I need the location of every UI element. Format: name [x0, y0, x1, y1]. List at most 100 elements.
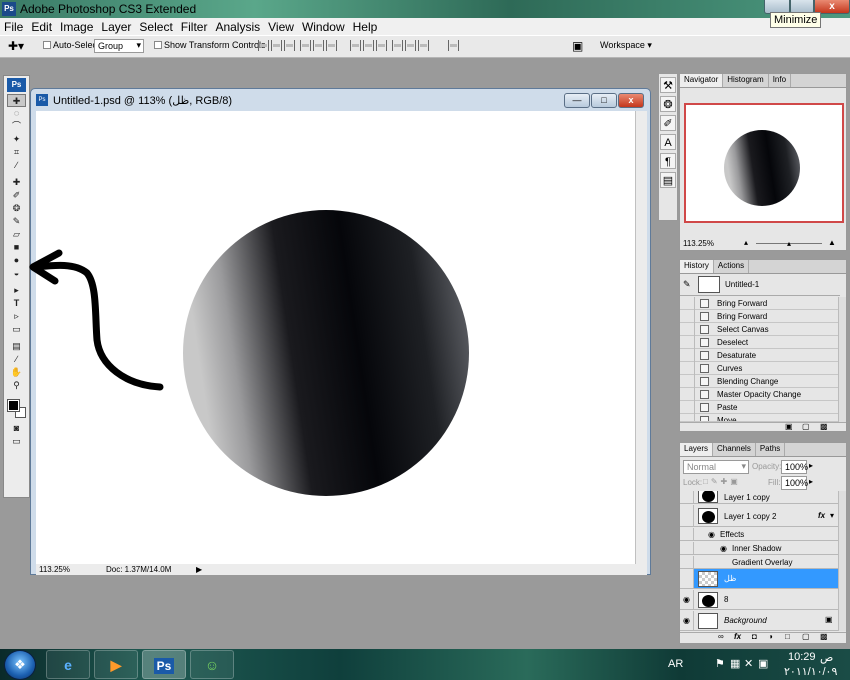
taskbar-messenger[interactable]: ☺: [190, 650, 234, 679]
effects-row[interactable]: ◉ Effects: [680, 528, 838, 541]
menu-view[interactable]: View: [264, 18, 298, 35]
gradient-tool-icon[interactable]: ■: [7, 241, 26, 254]
history-item[interactable]: Desaturate: [680, 349, 838, 362]
visibility-toggle[interactable]: [680, 556, 694, 568]
brush-tool-icon[interactable]: ✐: [7, 189, 26, 202]
menu-select[interactable]: Select: [135, 18, 176, 35]
align-bottom-icon[interactable]: [284, 40, 295, 51]
display-icon[interactable]: ▣: [758, 657, 768, 670]
history-item[interactable]: Bring Forward: [680, 297, 838, 310]
vertical-scrollbar[interactable]: [635, 111, 647, 564]
foreground-color-swatch[interactable]: [7, 399, 20, 412]
zoom-tool-icon[interactable]: ⚲: [7, 379, 26, 392]
lasso-tool-icon[interactable]: ⌒: [7, 120, 26, 133]
clock-date[interactable]: ٢٠١١/١٠/٠٩: [784, 665, 837, 678]
eye-icon[interactable]: ◉: [680, 611, 694, 630]
doc-close-button[interactable]: x: [618, 93, 644, 108]
distribute-right-icon[interactable]: [417, 40, 429, 51]
new-layer-icon[interactable]: ▢: [802, 632, 810, 641]
fill-slider-arrow-icon[interactable]: ▸: [809, 477, 813, 486]
layer-comps-icon[interactable]: ▤: [660, 172, 676, 188]
doc-maximize-button[interactable]: □: [591, 93, 617, 108]
auto-select-dropdown[interactable]: Group ▾: [94, 39, 144, 53]
brushes-icon[interactable]: ✐: [660, 115, 676, 131]
taskbar-photoshop[interactable]: Ps: [142, 650, 186, 679]
marquee-tool-icon[interactable]: ◌: [7, 107, 26, 120]
eye-icon[interactable]: ◉: [708, 530, 715, 539]
visibility-toggle[interactable]: [680, 528, 694, 540]
link-layers-icon[interactable]: ∞: [718, 632, 724, 641]
tab-actions[interactable]: Actions: [713, 260, 750, 273]
menu-file[interactable]: File: [0, 18, 27, 35]
tab-layers[interactable]: Layers: [680, 443, 714, 456]
language-indicator[interactable]: AR: [668, 658, 683, 670]
tab-info[interactable]: Info: [768, 74, 792, 87]
tab-navigator[interactable]: Navigator: [680, 74, 724, 87]
menu-help[interactable]: Help: [349, 18, 382, 35]
layer-row-selected[interactable]: ظل: [680, 569, 838, 589]
menu-analysis[interactable]: Analysis: [211, 18, 264, 35]
healing-brush-icon[interactable]: ✚: [7, 176, 26, 189]
workspace-icon[interactable]: ▣: [572, 39, 583, 53]
opacity-slider-arrow-icon[interactable]: ▸: [809, 461, 813, 470]
workspace-menu[interactable]: Workspace ▾: [600, 40, 652, 51]
history-snapshot[interactable]: ✎ Untitled-1: [680, 274, 840, 296]
visibility-toggle[interactable]: [680, 542, 694, 554]
menu-image[interactable]: Image: [56, 18, 97, 35]
eyedropper-tool-icon[interactable]: ∕: [7, 353, 26, 366]
taskbar-media-player[interactable]: ▶: [94, 650, 138, 679]
fill-input[interactable]: 100%: [781, 476, 808, 490]
new-snapshot-icon[interactable]: ▢: [802, 422, 810, 431]
path-selection-icon[interactable]: ▸: [7, 284, 26, 297]
history-item[interactable]: Bring Forward: [680, 310, 838, 323]
distribute-vcenter-icon[interactable]: [363, 40, 374, 51]
blur-tool-icon[interactable]: ●: [7, 254, 26, 267]
visibility-toggle[interactable]: [680, 569, 694, 588]
show-transform-checkbox[interactable]: Show Transform Controls: [154, 40, 266, 50]
menu-edit[interactable]: Edit: [27, 18, 56, 35]
start-button[interactable]: ❖: [4, 650, 36, 680]
move-tool-icon[interactable]: ✚: [7, 94, 26, 107]
distribute-left-icon[interactable]: [391, 40, 403, 51]
tools-preset-icon[interactable]: ⚒: [660, 77, 676, 93]
doc-minimize-button[interactable]: —: [564, 93, 590, 108]
align-top-icon[interactable]: [258, 40, 269, 51]
history-brush-icon[interactable]: ✎: [7, 215, 26, 228]
clock-time[interactable]: 10:29: [788, 651, 816, 663]
expand-effects-icon[interactable]: ▾: [830, 511, 834, 520]
layer-row[interactable]: ◉ 8: [680, 590, 838, 610]
effect-row[interactable]: Gradient Overlay: [680, 556, 838, 569]
history-scrollbar[interactable]: [838, 297, 846, 422]
history-item[interactable]: Blending Change: [680, 375, 838, 388]
zoom-out-icon[interactable]: ▴: [744, 238, 748, 247]
shape-tool-icon[interactable]: ▭: [7, 323, 26, 336]
align-vcenter-icon[interactable]: [271, 40, 282, 51]
layer-row[interactable]: Layer 1 copy 2 fx ▾: [680, 505, 838, 527]
tab-histogram[interactable]: Histogram: [723, 74, 769, 87]
character-icon[interactable]: A: [660, 134, 676, 150]
eye-icon[interactable]: ◉: [680, 590, 694, 609]
clone-source-icon[interactable]: ❂: [660, 96, 676, 112]
auto-align-icon[interactable]: [448, 40, 459, 51]
volume-muted-icon[interactable]: ✕: [744, 657, 753, 670]
network-icon[interactable]: ▦: [730, 657, 740, 670]
history-item[interactable]: Deselect: [680, 336, 838, 349]
tab-history[interactable]: History: [680, 260, 714, 273]
navigator-preview[interactable]: [684, 103, 844, 223]
align-left-icon[interactable]: [299, 40, 311, 51]
magic-wand-tool-icon[interactable]: ✦: [7, 133, 26, 146]
dodge-tool-icon[interactable]: ◒: [7, 267, 26, 280]
zoom-level[interactable]: 113.25%: [39, 564, 70, 575]
eraser-tool-icon[interactable]: ▱: [7, 228, 26, 241]
layer-mask-icon[interactable]: ◘: [752, 632, 757, 641]
history-item[interactable]: Move: [680, 414, 838, 422]
history-item[interactable]: Select Canvas: [680, 323, 838, 336]
effect-row[interactable]: ◉ Inner Shadow: [680, 542, 838, 555]
history-item[interactable]: Paste: [680, 401, 838, 414]
layers-scrollbar[interactable]: [838, 491, 846, 631]
menu-window[interactable]: Window: [298, 18, 349, 35]
quick-mask-icon[interactable]: ◙: [7, 422, 26, 435]
tab-channels[interactable]: Channels: [713, 443, 756, 456]
tab-paths[interactable]: Paths: [755, 443, 786, 456]
new-document-from-state-icon[interactable]: ▣: [785, 422, 793, 431]
